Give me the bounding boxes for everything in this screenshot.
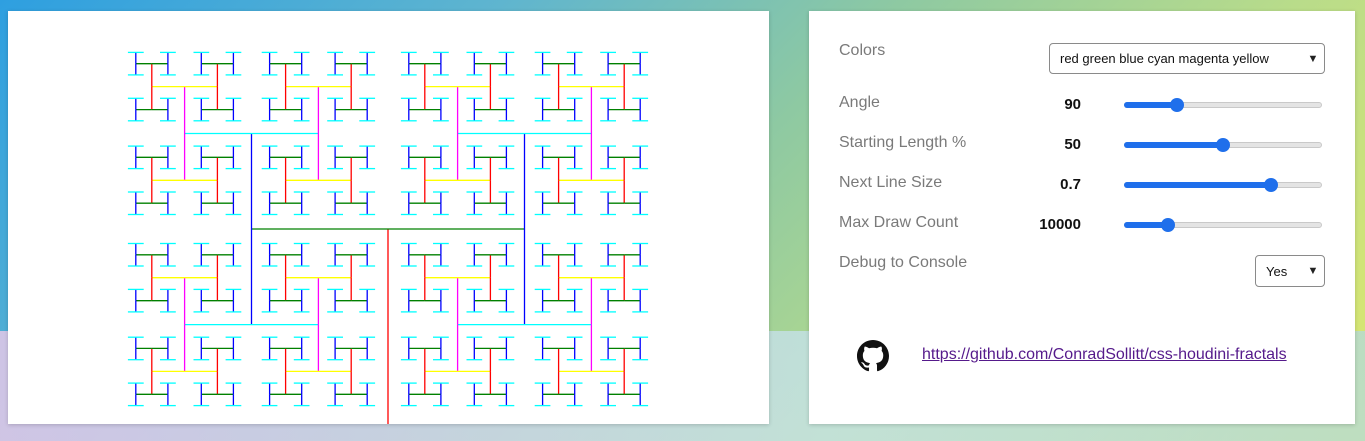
starting-length-row: Starting Length % 50: [839, 134, 1329, 154]
max-draw-count-label: Max Draw Count: [839, 214, 959, 231]
angle-row: Angle 90: [839, 94, 1329, 114]
debug-select[interactable]: Yes ▼: [1255, 255, 1325, 287]
controls-panel: Colors red green blue cyan magenta yello…: [809, 11, 1355, 424]
starting-length-slider[interactable]: [1124, 138, 1322, 152]
next-line-size-value: 0.7: [1060, 176, 1081, 193]
chevron-down-icon: ▼: [1307, 52, 1319, 65]
fractal-canvas-panel: [8, 11, 769, 424]
slider-fill: [1124, 182, 1271, 188]
colors-selected-value: red green blue cyan magenta yellow: [1060, 51, 1269, 66]
max-draw-count-slider[interactable]: [1124, 218, 1322, 232]
starting-length-label: Starting Length %: [839, 134, 967, 151]
max-draw-count-row: Max Draw Count 10000: [839, 214, 1329, 234]
next-line-size-slider[interactable]: [1124, 178, 1322, 192]
colors-select[interactable]: red green blue cyan magenta yellow ▼: [1049, 43, 1325, 74]
slider-thumb[interactable]: [1160, 218, 1175, 232]
starting-length-value: 50: [1064, 136, 1081, 153]
max-draw-count-value: 10000: [1039, 216, 1081, 233]
colors-label: Colors: [839, 42, 886, 59]
slider-thumb[interactable]: [1263, 178, 1278, 192]
angle-slider[interactable]: [1124, 98, 1322, 112]
github-icon[interactable]: [857, 340, 889, 372]
slider-thumb[interactable]: [1170, 98, 1185, 112]
slider-fill: [1124, 142, 1223, 148]
chevron-down-icon: ▼: [1307, 265, 1319, 277]
angle-label: Angle: [839, 94, 880, 111]
slider-thumb[interactable]: [1216, 138, 1230, 152]
debug-label: Debug to Console: [839, 254, 968, 271]
h-tree-fractal-canvas: [127, 51, 649, 424]
slider-fill: [1124, 102, 1178, 108]
next-line-size-label: Next Line Size: [839, 174, 943, 191]
next-line-size-row: Next Line Size 0.7: [839, 174, 1329, 194]
angle-value: 90: [1064, 96, 1081, 113]
debug-selected-value: Yes: [1266, 263, 1288, 279]
github-repo-link[interactable]: https://github.com/ConradSollitt/css-hou…: [922, 346, 1287, 364]
